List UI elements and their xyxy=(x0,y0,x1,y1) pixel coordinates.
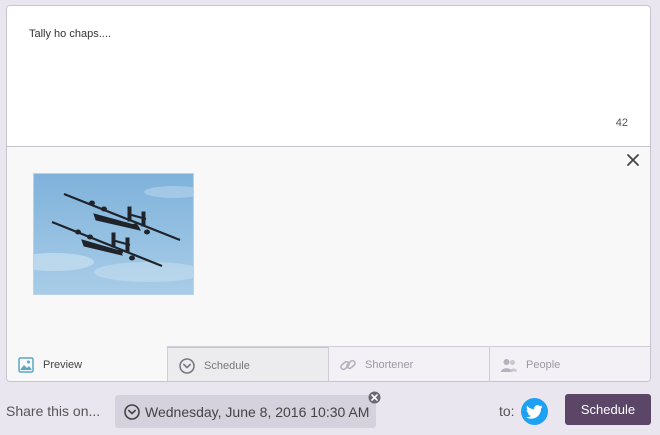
tab-people-label: People xyxy=(526,359,561,371)
close-icon[interactable] xyxy=(626,153,640,167)
to-label: to: xyxy=(499,403,515,419)
post-text[interactable]: Tally ho chaps.... xyxy=(29,28,628,40)
twitter-account-avatar[interactable] xyxy=(521,398,548,425)
tab-schedule[interactable]: Schedule xyxy=(167,347,328,381)
tab-preview[interactable]: Preview xyxy=(7,346,167,381)
schedule-button[interactable]: Schedule xyxy=(565,394,651,425)
attached-photo[interactable] xyxy=(33,173,194,295)
media-attachment-area xyxy=(7,147,650,346)
tab-shortener[interactable]: Shortener xyxy=(328,347,489,381)
share-label: Share this on... xyxy=(6,403,101,419)
tab-schedule-label: Schedule xyxy=(204,359,250,372)
clock-icon xyxy=(178,357,196,375)
tab-preview-label: Preview xyxy=(43,358,83,371)
link-icon xyxy=(339,356,357,374)
post-textarea[interactable]: Tally ho chaps.... 42 xyxy=(7,6,650,147)
people-icon xyxy=(500,356,518,374)
schedule-date-text: Wednesday, June 8, 2016 10:30 AM xyxy=(145,403,370,420)
post-composer: Tally ho chaps.... 42 Preview Schedule S… xyxy=(6,5,651,382)
composer-tabs: Preview Schedule Shortener People xyxy=(7,346,650,381)
tab-people[interactable]: People xyxy=(489,347,650,381)
clock-icon xyxy=(124,403,140,420)
image-icon xyxy=(17,356,35,374)
tab-shortener-label: Shortener xyxy=(365,359,414,371)
app-root: Tally ho chaps.... 42 Preview Schedule S… xyxy=(0,0,660,435)
schedule-date-chip[interactable]: Wednesday, June 8, 2016 10:30 AM xyxy=(115,395,376,428)
remove-schedule-icon[interactable] xyxy=(368,391,381,404)
character-count: 42 xyxy=(615,117,628,129)
twitter-icon xyxy=(526,404,543,419)
